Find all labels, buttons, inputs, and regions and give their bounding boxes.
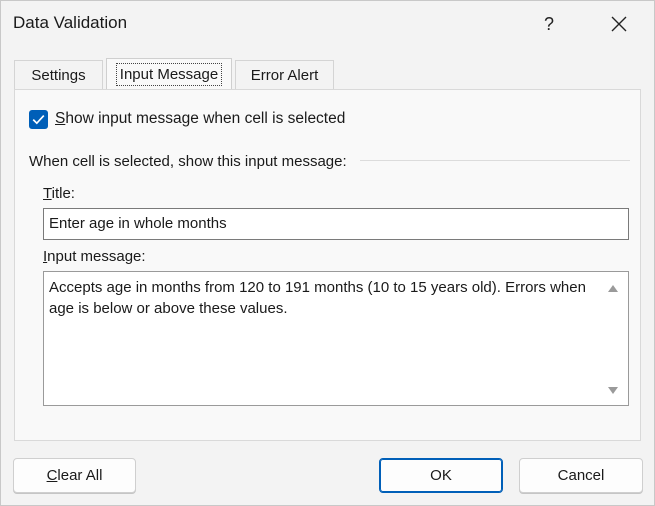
title-label-accel: T [43, 185, 52, 202]
scroll-down-button[interactable] [606, 384, 620, 396]
tab-error-alert-label: Error Alert [250, 66, 319, 84]
show-message-label-accel: S [55, 110, 66, 127]
cancel-button[interactable]: Cancel [519, 458, 643, 493]
scroll-down-icon [608, 386, 618, 394]
close-icon [611, 16, 627, 32]
input-message-panel: Show input message when cell is selected… [14, 89, 641, 441]
input-message-field-label: Input message: [43, 248, 146, 265]
show-message-label-text: how input message when cell is selected [65, 110, 346, 127]
clear-all-button[interactable]: Clear All [13, 458, 136, 493]
clear-all-label: Clear All [47, 467, 103, 484]
tab-settings-label: Settings [31, 66, 86, 84]
tab-input-message-label: Input Message [115, 62, 223, 86]
input-message-textarea[interactable]: Accepts age in months from 120 to 191 mo… [43, 271, 629, 406]
input-message-value: Accepts age in months from 120 to 191 mo… [49, 279, 586, 317]
tab-settings[interactable]: Settings [14, 60, 103, 89]
title-input-value: Enter age in whole months [49, 215, 227, 232]
message-label-text: nput message: [47, 248, 146, 265]
clear-all-text: lear All [57, 467, 103, 484]
checkmark-icon [32, 115, 45, 125]
clear-all-accel: C [46, 467, 58, 484]
group-divider [360, 160, 630, 161]
title-field-label: Title: [43, 185, 75, 202]
help-button[interactable]: ? [533, 9, 565, 39]
show-message-checkbox[interactable] [29, 110, 48, 129]
title-input[interactable]: Enter age in whole months [43, 208, 629, 240]
title-bar: Data Validation ? [1, 1, 654, 47]
ok-button[interactable]: OK [379, 458, 503, 493]
show-message-label[interactable]: Show input message when cell is selected [55, 110, 345, 128]
close-button[interactable] [601, 9, 637, 39]
dialog-title: Data Validation [13, 13, 128, 32]
scroll-up-icon [608, 284, 618, 292]
group-label: When cell is selected, show this input m… [29, 153, 347, 170]
data-validation-dialog: Data Validation ? Settings Input Message… [0, 0, 655, 506]
scroll-up-button[interactable] [606, 282, 620, 294]
ok-label: OK [430, 467, 452, 484]
cancel-label: Cancel [557, 467, 605, 484]
help-icon: ? [543, 13, 554, 34]
title-label-text: itle: [51, 185, 75, 202]
tab-error-alert[interactable]: Error Alert [235, 60, 334, 89]
tab-input-message[interactable]: Input Message [106, 58, 232, 89]
